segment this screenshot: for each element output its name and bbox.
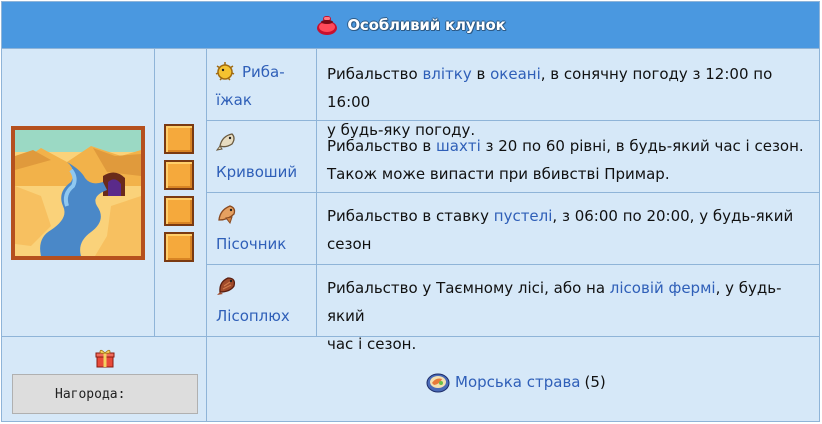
reward-link-seafoam-dish[interactable]: Морська страва: [455, 373, 580, 391]
bundle-slot[interactable]: [164, 160, 194, 190]
grid-divider: [206, 192, 819, 193]
red-bundle-icon: [317, 16, 338, 35]
fish-description: Рибальство в ставку пустелі, з 06:00 по …: [327, 202, 813, 258]
reward-label: Нагорода:: [55, 386, 126, 402]
bundle-slot[interactable]: [164, 196, 194, 226]
desert-river-scene: [11, 126, 145, 260]
fish-link-pufferfish[interactable]: Риба-: [242, 60, 285, 84]
location-link-forest-farm[interactable]: лісовій фермі: [610, 279, 716, 297]
location-link-mines[interactable]: шахті: [436, 137, 481, 155]
location-link-ocean[interactable]: океані: [490, 65, 541, 83]
woodskip-icon: [217, 277, 236, 295]
desc-text: Рибальство в: [327, 137, 437, 155]
bundle-panel: Особливий клунок Риба- їжак Рибальство в…: [1, 1, 820, 422]
desc-text: час і сезон.: [327, 335, 417, 353]
desc-text: Рибальство в ставку: [327, 207, 494, 225]
fish-link-woodskip[interactable]: Лісоплюх: [216, 304, 290, 328]
fish-link-pufferfish[interactable]: їжак: [216, 88, 252, 112]
ghostfish-icon: [216, 133, 235, 151]
gift-icon: [95, 349, 115, 368]
reward-label-box: Нагорода:: [12, 374, 198, 414]
reward-quantity: (5): [584, 373, 606, 391]
desc-text: сезон: [327, 235, 372, 253]
desc-text: Також може випасти при вбивстві Примар.: [327, 165, 670, 183]
pufferfish-icon: [215, 62, 235, 81]
desc-text: , з 06:00 по 20:00, у будь-який: [552, 207, 794, 225]
fish-link-ghostfish[interactable]: Кривоший: [216, 160, 297, 184]
desc-text: Рибальство: [327, 65, 423, 83]
seafoam-dish-icon: [426, 373, 450, 393]
fish-link-sandfish[interactable]: Пісочник: [216, 232, 286, 256]
grid-divider: [206, 48, 207, 421]
desc-text: Рибальство у Таємному лісі, або на: [327, 279, 610, 297]
bundle-slot[interactable]: [164, 124, 194, 154]
grid-divider: [154, 48, 155, 336]
fish-description: Рибальство у Таємному лісі, або на лісов…: [327, 274, 813, 358]
bundle-header: Особливий клунок: [2, 2, 819, 49]
desc-text: в: [471, 65, 491, 83]
location-link-desert[interactable]: пустелі: [494, 207, 553, 225]
fish-description: Рибальство в шахті з 20 по 60 рівні, в б…: [327, 132, 813, 188]
bundle-title: Особливий клунок: [347, 16, 506, 34]
reward-item: Морська страва (5): [426, 370, 606, 394]
bundle-slot[interactable]: [164, 232, 194, 262]
sandfish-icon: [218, 205, 236, 224]
grid-divider: [206, 264, 819, 265]
season-link-summer[interactable]: влітку: [422, 65, 471, 83]
desc-text: з 20 по 60 рівні, в будь-який час і сезо…: [480, 137, 804, 155]
